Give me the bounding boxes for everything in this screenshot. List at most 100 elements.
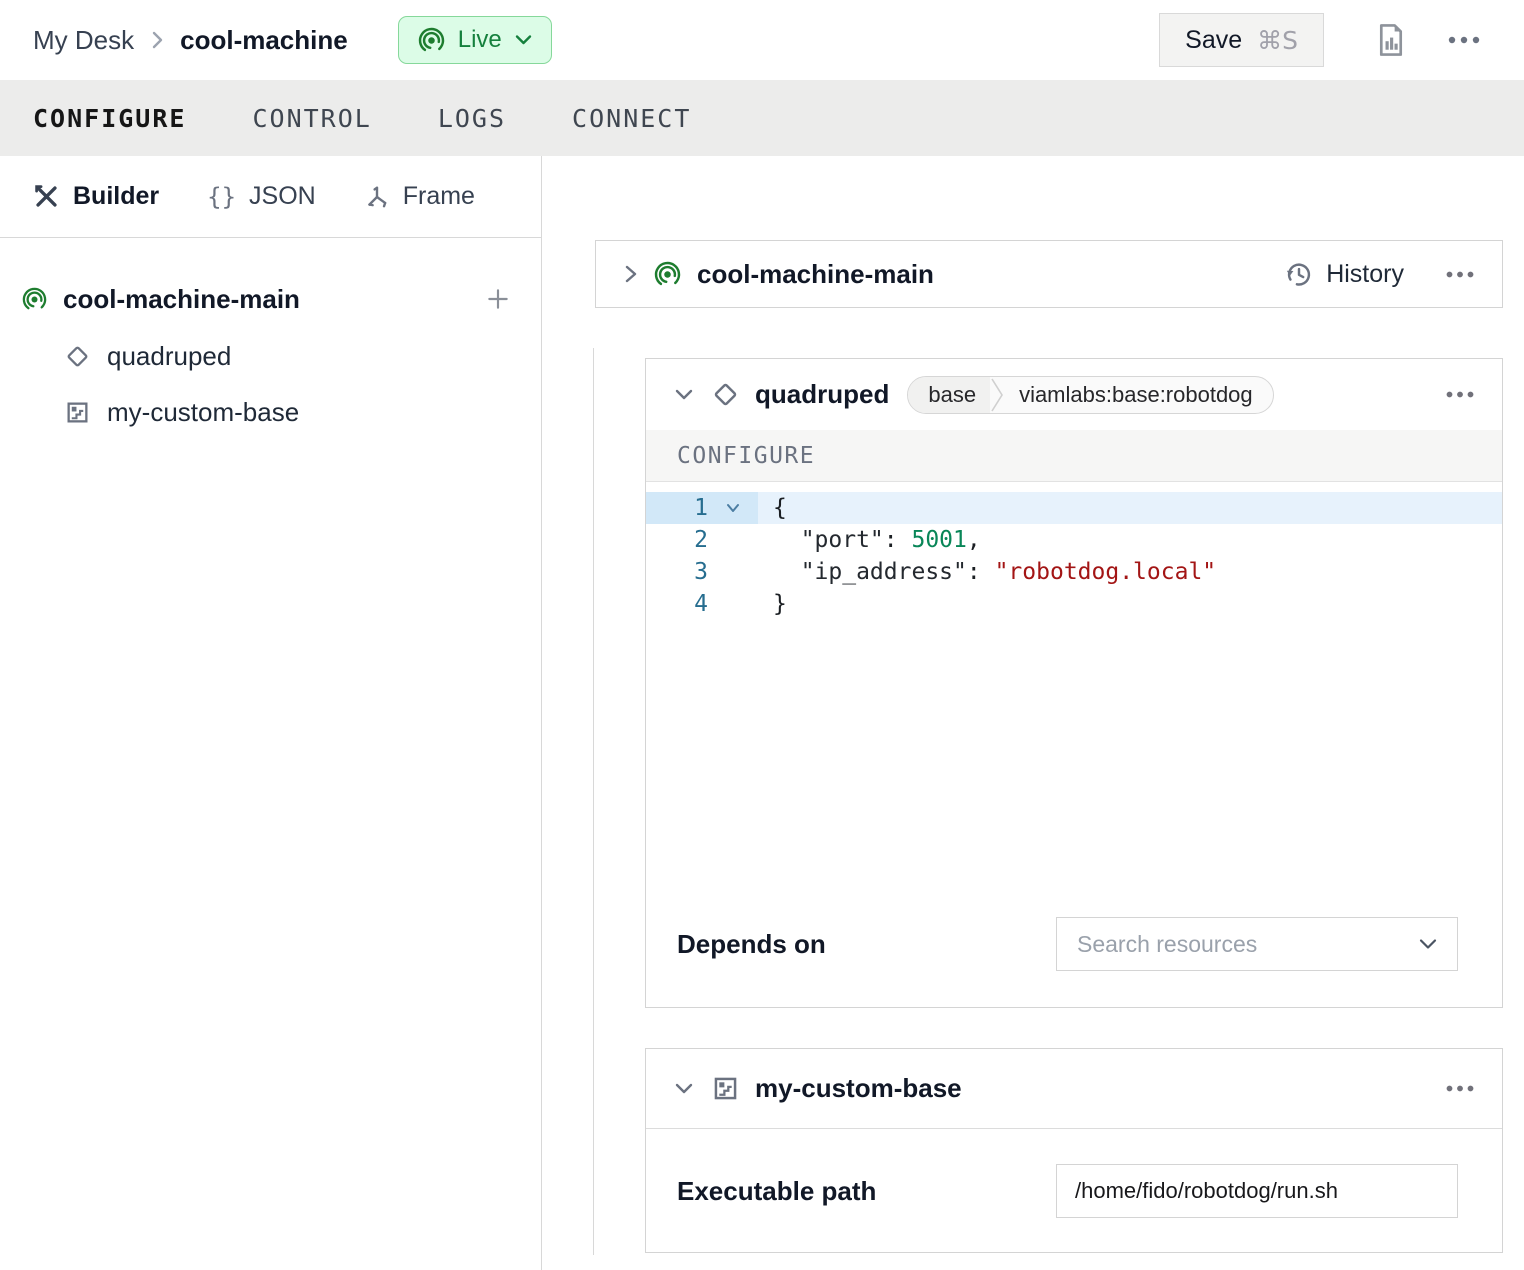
tree-guide-line [593, 348, 594, 1255]
top-header: My Desk cool-machine Live Save ⌘S [0, 0, 1524, 80]
code-line[interactable]: 3 "ip_address": "robotdog.local" [646, 556, 1502, 588]
depends-on-select[interactable]: Search resources [1056, 917, 1458, 971]
editor-gutter: 4 [646, 588, 758, 620]
code-token-string: "robotdog.local" [995, 559, 1217, 585]
tab-control[interactable]: CONTROL [252, 104, 371, 133]
editor-gutter: 3 [646, 556, 758, 588]
fold-placeholder [708, 556, 758, 588]
history-clock-icon [1285, 260, 1313, 288]
breadcrumb-separator-icon [150, 29, 164, 51]
breadcrumb-machine-name: cool-machine [180, 25, 348, 56]
depends-on-placeholder: Search resources [1077, 931, 1257, 958]
depends-on-label: Depends on [677, 929, 826, 960]
braces-icon: {} [207, 183, 236, 211]
machine-part-tree: cool-machine-main quadruped my-custom-ba… [0, 238, 541, 435]
fold-chevron-down-icon[interactable] [708, 492, 758, 524]
diamond-component-icon [712, 381, 739, 408]
code-token-comma: , [967, 527, 981, 553]
history-label: History [1326, 260, 1404, 289]
machine-report-icon[interactable] [1376, 23, 1406, 57]
card-overflow-menu-icon[interactable] [1446, 271, 1474, 278]
machine-tab-bar: CONFIGURE CONTROL LOGS CONNECT [0, 80, 1524, 156]
diamond-component-icon [65, 344, 90, 369]
code-token-number: 5001 [911, 527, 966, 553]
line-number: 1 [646, 492, 708, 524]
view-json[interactable]: {} JSON [207, 182, 316, 211]
live-chevron-down-icon [515, 34, 532, 46]
code-line[interactable]: 1 { [646, 492, 1502, 524]
executable-path-label: Executable path [677, 1176, 876, 1207]
my-custom-base-card: my-custom-base Executable path /home/fid… [645, 1048, 1503, 1253]
executable-path-value: /home/fido/robotdog/run.sh [1075, 1178, 1338, 1204]
history-button[interactable]: History [1285, 260, 1404, 289]
line-number: 3 [646, 556, 708, 588]
live-broadcast-icon [418, 27, 445, 54]
json-attributes-editor[interactable]: 1 { 2 "port": 5001, 3 [646, 482, 1502, 620]
select-chevron-down-icon [1419, 938, 1437, 950]
save-button[interactable]: Save ⌘S [1159, 13, 1324, 67]
executable-path-input[interactable]: /home/fido/robotdog/run.sh [1056, 1164, 1458, 1218]
save-label: Save [1185, 26, 1242, 55]
code-token-key: "port" [773, 527, 884, 553]
view-frame-label: Frame [403, 182, 475, 211]
add-component-icon[interactable] [485, 286, 511, 312]
model-badge[interactable]: base viamlabs:base:robotdog [907, 376, 1273, 414]
badge-separator-icon [990, 376, 1005, 414]
tree-item-label: cool-machine-main [63, 284, 300, 315]
editor-section-title: CONFIGURE [677, 443, 815, 469]
live-broadcast-icon [22, 287, 47, 312]
collapse-chevron-down-icon[interactable] [674, 1082, 694, 1095]
fold-placeholder [708, 524, 758, 556]
collapse-chevron-down-icon[interactable] [674, 388, 694, 401]
depends-on-row: Depends on Search resources [677, 917, 1458, 971]
expand-chevron-right-icon[interactable] [624, 263, 638, 285]
breadcrumb-root-link[interactable]: My Desk [33, 25, 134, 56]
editor-gutter: 1 [646, 492, 758, 524]
line-number: 4 [646, 588, 708, 620]
view-builder[interactable]: Builder [33, 182, 159, 211]
card-overflow-menu-icon[interactable] [1446, 1085, 1474, 1092]
tree-item-label: my-custom-base [107, 397, 299, 428]
save-shortcut-hint: ⌘S [1257, 26, 1298, 55]
tools-icon [33, 183, 60, 210]
tree-item-machine-main[interactable]: cool-machine-main [22, 276, 511, 322]
code-token-colon: : [884, 527, 912, 553]
configure-main-panel: cool-machine-main History [542, 156, 1524, 1270]
tab-connect[interactable]: CONNECT [572, 104, 691, 133]
tab-configure[interactable]: CONFIGURE [33, 104, 186, 133]
configure-sidebar: Builder {} JSON Frame [0, 156, 542, 1270]
view-builder-label: Builder [73, 182, 159, 211]
view-frame[interactable]: Frame [364, 182, 475, 211]
module-icon [712, 1075, 739, 1102]
badge-model: viamlabs:base:robotdog [1005, 377, 1273, 413]
card-overflow-menu-icon[interactable] [1446, 391, 1474, 398]
quadruped-title: quadruped [755, 379, 889, 410]
code-token: } [773, 591, 787, 617]
machine-main-card: cool-machine-main History [595, 240, 1503, 308]
quadruped-card: quadruped base viamlabs:base:robotdog CO… [645, 358, 1503, 1008]
code-line[interactable]: 4 } [646, 588, 1502, 620]
header-overflow-menu-icon[interactable] [1448, 36, 1480, 44]
code-token-colon: : [967, 559, 995, 585]
editor-section-header: CONFIGURE [646, 430, 1502, 482]
code-token: { [773, 495, 787, 521]
badge-type: base [908, 377, 990, 413]
executable-path-row: Executable path /home/fido/robotdog/run.… [646, 1129, 1502, 1253]
module-icon [65, 400, 90, 425]
view-switcher: Builder {} JSON Frame [0, 156, 541, 238]
code-line[interactable]: 2 "port": 5001, [646, 524, 1502, 556]
my-custom-base-title: my-custom-base [755, 1073, 962, 1104]
editor-gutter: 2 [646, 524, 758, 556]
tree-item-quadruped[interactable]: quadruped [22, 333, 511, 379]
breadcrumb: My Desk cool-machine [33, 25, 348, 56]
view-json-label: JSON [249, 182, 316, 211]
frame-axes-icon [364, 184, 390, 210]
tree-item-label: quadruped [107, 341, 231, 372]
machine-main-title: cool-machine-main [697, 259, 934, 290]
fold-placeholder [708, 588, 758, 620]
tree-item-my-custom-base[interactable]: my-custom-base [22, 389, 511, 435]
live-broadcast-icon [654, 261, 681, 288]
live-status-dropdown[interactable]: Live [398, 16, 552, 64]
code-token-key: "ip_address" [773, 559, 967, 585]
tab-logs[interactable]: LOGS [438, 104, 506, 133]
